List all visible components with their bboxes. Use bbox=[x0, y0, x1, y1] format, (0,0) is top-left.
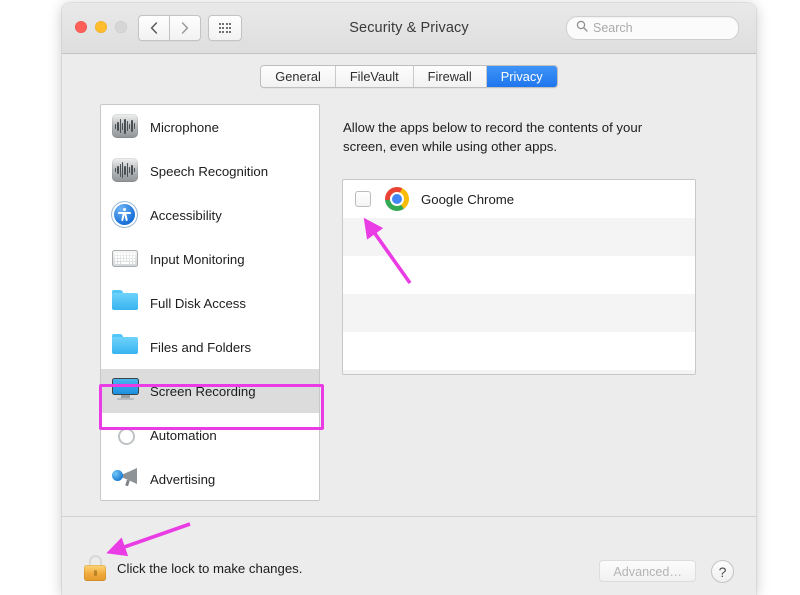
sidebar-item-label: Speech Recognition bbox=[150, 163, 269, 179]
lock-hint-label: Click the lock to make changes. bbox=[117, 560, 303, 576]
tab-firewall[interactable]: Firewall bbox=[413, 65, 487, 87]
table-row-empty bbox=[343, 294, 695, 332]
system-preferences-window: Security & Privacy Search General FileVa… bbox=[62, 3, 756, 595]
sidebar-item-label: Automation bbox=[150, 427, 217, 443]
sidebar-item-screen-recording[interactable]: Screen Recording bbox=[101, 369, 319, 413]
search-placeholder: Search bbox=[593, 21, 633, 35]
tab-general[interactable]: General bbox=[261, 65, 336, 87]
sidebar-item-advertising[interactable]: Advertising bbox=[101, 457, 319, 500]
allowed-apps-list[interactable]: Google Chrome bbox=[342, 179, 696, 375]
sidebar-item-accessibility[interactable]: Accessibility bbox=[101, 193, 319, 237]
megaphone-icon bbox=[112, 466, 138, 492]
sidebar-item-files-and-folders[interactable]: Files and Folders bbox=[101, 325, 319, 369]
tab-bar-row: General FileVault Firewall Privacy bbox=[62, 54, 756, 98]
window-titlebar: Security & Privacy Search bbox=[62, 3, 756, 54]
app-permission-checkbox[interactable] bbox=[355, 191, 371, 207]
advanced-button[interactable]: Advanced… bbox=[599, 560, 696, 582]
table-row-empty bbox=[343, 218, 695, 256]
sidebar-item-label: Files and Folders bbox=[150, 339, 252, 355]
sidebar-item-full-disk-access[interactable]: Full Disk Access bbox=[101, 281, 319, 325]
search-icon bbox=[576, 19, 588, 37]
sidebar-item-automation[interactable]: Automation bbox=[101, 413, 319, 457]
sidebar-item-microphone[interactable]: Microphone bbox=[101, 105, 319, 149]
sidebar-item-label: Microphone bbox=[150, 119, 219, 135]
sidebar-item-label: Screen Recording bbox=[150, 383, 256, 399]
microphone-icon bbox=[112, 114, 138, 140]
sidebar-item-label: Full Disk Access bbox=[150, 295, 246, 311]
tab-filevault[interactable]: FileVault bbox=[335, 65, 414, 87]
table-row-empty bbox=[343, 332, 695, 370]
tab-bar: General FileVault Firewall Privacy bbox=[260, 64, 558, 88]
folder-icon bbox=[112, 290, 138, 316]
tab-privacy[interactable]: Privacy bbox=[486, 65, 557, 87]
table-row-empty bbox=[343, 370, 695, 374]
privacy-category-list[interactable]: Microphone Speech Recognition Accessibil… bbox=[100, 104, 320, 501]
help-button[interactable]: ? bbox=[711, 560, 734, 583]
lock-row[interactable]: Click the lock to make changes. bbox=[84, 555, 302, 581]
bottom-bar: Click the lock to make changes. Advanced… bbox=[62, 516, 756, 595]
gear-icon bbox=[112, 422, 138, 448]
accessibility-icon bbox=[112, 202, 138, 228]
sidebar-item-label: Accessibility bbox=[150, 207, 222, 223]
lock-closed-icon[interactable] bbox=[84, 555, 106, 581]
screen-recording-panel: Allow the apps below to record the conte… bbox=[340, 104, 710, 499]
table-row-empty bbox=[343, 256, 695, 294]
search-field[interactable]: Search bbox=[566, 16, 739, 40]
speech-recognition-icon bbox=[112, 158, 138, 184]
chrome-icon bbox=[385, 187, 409, 211]
keyboard-icon bbox=[112, 246, 138, 272]
table-row[interactable]: Google Chrome bbox=[343, 180, 695, 218]
folder-icon bbox=[112, 334, 138, 360]
sidebar-item-input-monitoring[interactable]: Input Monitoring bbox=[101, 237, 319, 281]
app-name-label: Google Chrome bbox=[421, 191, 515, 207]
display-icon bbox=[112, 378, 139, 404]
content-area: Microphone Speech Recognition Accessibil… bbox=[62, 98, 756, 518]
sidebar-item-speech-recognition[interactable]: Speech Recognition bbox=[101, 149, 319, 193]
panel-description: Allow the apps below to record the conte… bbox=[343, 120, 643, 154]
sidebar-item-label: Advertising bbox=[150, 471, 216, 487]
sidebar-item-label: Input Monitoring bbox=[150, 251, 245, 267]
